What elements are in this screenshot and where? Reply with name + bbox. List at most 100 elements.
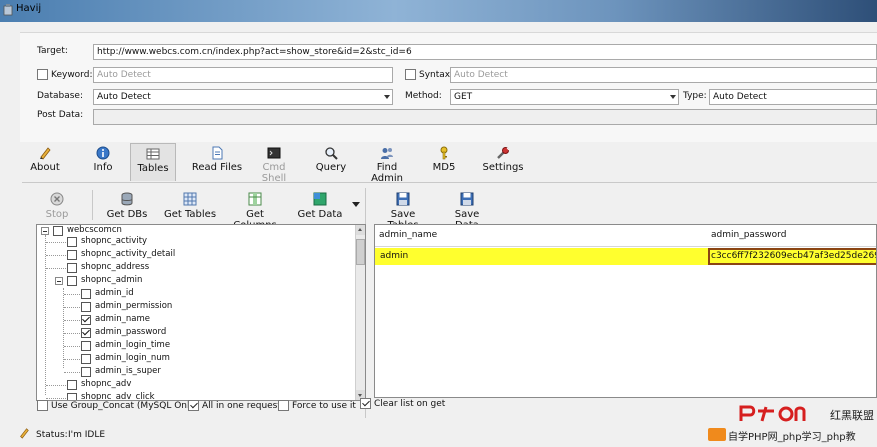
force-checkbox[interactable] (278, 400, 289, 411)
toolbar-divider (22, 182, 877, 183)
scroll-thumb[interactable] (356, 239, 365, 265)
cell-admin-password-selected[interactable]: c3cc6ff7f232609ecb47af3ed25de269 (708, 248, 877, 265)
tree-checkbox[interactable] (67, 250, 77, 260)
md5-button[interactable]: MD5 (430, 143, 458, 181)
columns-icon (248, 192, 262, 206)
get-tables-button[interactable]: Get Tables (163, 192, 217, 220)
tree-checkbox[interactable] (81, 341, 91, 351)
tree-line (46, 385, 66, 386)
tree-line (64, 359, 80, 360)
scroll-up-icon[interactable] (356, 225, 365, 235)
target-form: Target: http://www.webcs.com.cn/index.ph… (20, 32, 877, 142)
title-bar: Havij (0, 0, 877, 22)
data-icon (313, 192, 327, 206)
find-admin-button[interactable]: Find Admin (361, 143, 413, 184)
cmd-shell-button[interactable]: Cmd Shell (249, 143, 299, 184)
tree-line (64, 372, 80, 373)
keyword-input[interactable]: Auto Detect (93, 67, 393, 83)
syntax-input[interactable]: Auto Detect (450, 67, 877, 83)
column-header-admin-name[interactable]: admin_name (379, 230, 437, 240)
tree-checkbox[interactable] (81, 302, 91, 312)
cell-admin-password: c3cc6ff7f232609ecb47af3ed25de269 (711, 251, 877, 261)
tab-tables[interactable]: Tables (130, 143, 176, 181)
database-icon (121, 192, 133, 206)
read-files-label: Read Files (191, 162, 243, 173)
tree-checkbox[interactable] (81, 367, 91, 377)
window-title: Havij (16, 3, 42, 14)
collapse-icon[interactable] (41, 227, 49, 235)
status-value: I'm IDLE (68, 430, 106, 440)
tree-checkbox[interactable] (81, 289, 91, 299)
terminal-icon (267, 147, 281, 159)
tree-checkbox[interactable] (81, 328, 91, 338)
database-select[interactable]: Auto Detect (93, 89, 393, 105)
tree-line (64, 333, 80, 334)
about-button[interactable]: About (28, 143, 62, 181)
pencil-icon (40, 147, 51, 160)
tree-checkbox[interactable] (67, 380, 77, 390)
group-concat-label: Use Group_Concat (MySQL Only) (51, 401, 199, 411)
tree-checkbox[interactable] (67, 276, 77, 286)
tree-line (45, 235, 46, 395)
query-button[interactable]: Query (315, 143, 347, 181)
chevron-down-icon (670, 95, 676, 99)
all-in-one-label: All in one request. (202, 401, 284, 411)
clear-list-label: Clear list on get (374, 399, 446, 409)
info-button[interactable]: Info (88, 143, 118, 181)
syntax-label: Syntax: (419, 70, 454, 80)
get-data-button[interactable]: Get Data (297, 192, 343, 220)
tree-line (64, 346, 80, 347)
tree-checkbox[interactable] (81, 354, 91, 364)
get-data-label: Get Data (297, 209, 343, 220)
main-window: Target: http://www.webcs.com.cn/index.ph… (0, 22, 877, 447)
method-select[interactable]: GET (450, 89, 679, 105)
type-select-value: Auto Detect (713, 92, 767, 102)
group-concat-checkbox[interactable] (37, 400, 48, 411)
clear-list-checkbox[interactable] (360, 398, 371, 409)
target-url-input[interactable]: http://www.webcs.com.cn/index.php?act=sh… (93, 44, 877, 60)
target-label: Target: (37, 46, 68, 56)
get-dbs-button[interactable]: Get DBs (105, 192, 149, 220)
key-icon (440, 146, 448, 160)
read-files-button[interactable]: Read Files (191, 143, 243, 181)
tree-checkbox[interactable] (53, 226, 63, 236)
method-select-value: GET (454, 92, 473, 102)
type-select[interactable]: Auto Detect (709, 89, 877, 105)
table-icon (146, 148, 160, 160)
tree-checkbox[interactable] (67, 237, 77, 247)
tree-line (46, 255, 66, 256)
database-tree[interactable]: webcscomcn shopnc_activity shopnc_activi… (36, 224, 366, 401)
stop-button[interactable]: Stop (44, 192, 70, 220)
column-header-admin-password[interactable]: admin_password (711, 230, 786, 240)
keyword-checkbox[interactable] (37, 69, 48, 80)
query-label: Query (315, 162, 347, 173)
settings-button[interactable]: Settings (481, 143, 525, 181)
postdata-input[interactable] (93, 109, 877, 125)
method-label: Method: (405, 91, 442, 101)
collapse-icon[interactable] (55, 277, 63, 285)
syntax-checkbox[interactable] (405, 69, 416, 80)
cell-admin-name[interactable]: admin (380, 251, 408, 261)
tree-line (46, 398, 66, 399)
cmd-shell-label: Cmd Shell (261, 162, 287, 184)
data-grid[interactable]: admin_name admin_password admin c3cc6ff7… (374, 224, 877, 398)
chevron-down-icon (384, 95, 390, 99)
postdata-label: Post Data: (37, 110, 84, 120)
about-label: About (30, 162, 60, 173)
wrench-icon (497, 147, 510, 159)
tree-checkbox[interactable] (81, 315, 91, 325)
save-icon (396, 192, 410, 206)
tree-checkbox[interactable] (67, 393, 77, 400)
tables-label: Tables (137, 163, 169, 174)
tree-line (64, 320, 80, 321)
database-select-value: Auto Detect (97, 92, 151, 102)
database-label: Database: (37, 91, 83, 101)
tree-line (64, 294, 80, 295)
dropdown-arrow-icon[interactable] (352, 202, 360, 208)
get-tables-label: Get Tables (163, 209, 217, 220)
tree-checkbox[interactable] (67, 263, 77, 273)
find-admin-label: Find Admin (371, 162, 403, 184)
all-in-one-checkbox[interactable] (188, 400, 199, 411)
tree-scrollbar[interactable] (355, 225, 365, 400)
stop-icon (50, 192, 64, 206)
